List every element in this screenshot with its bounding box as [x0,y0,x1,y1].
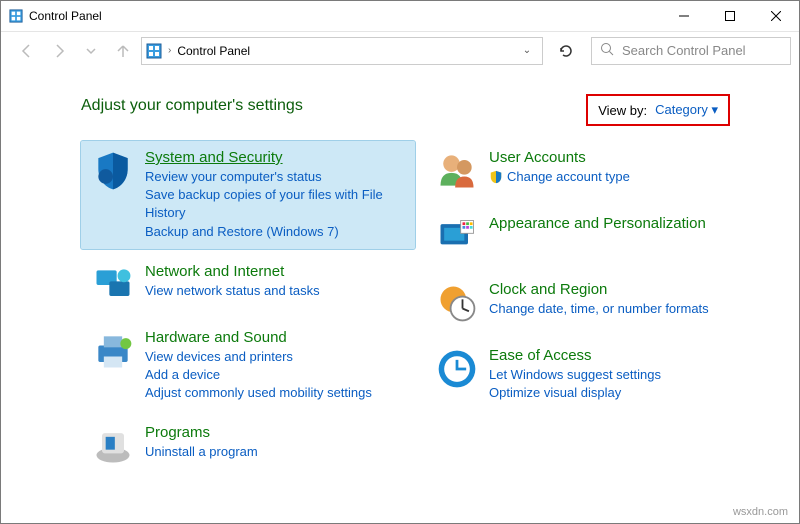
left-column: System and Security Review your computer… [81,141,415,482]
close-button[interactable] [753,1,799,31]
category-link[interactable]: Change account type [507,168,630,186]
category-link[interactable]: View network status and tasks [145,282,405,300]
category-clock-and-region[interactable]: Clock and Region Change date, time, or n… [425,273,759,333]
window: Control Panel › Control Panel ⌄ Search C… [0,0,800,524]
address-dropdown-button[interactable]: ⌄ [516,45,538,56]
control-panel-icon [146,43,162,59]
category-title[interactable]: Clock and Region [489,281,607,298]
programs-icon [91,424,135,468]
search-icon [600,42,614,59]
category-title[interactable]: Network and Internet [145,263,284,280]
up-button[interactable] [109,37,137,65]
category-link[interactable]: Uninstall a program [145,443,405,461]
shield-icon [489,170,503,184]
view-by-label: View by: [598,103,647,118]
address-box[interactable]: › Control Panel ⌄ [141,37,543,65]
category-system-and-security[interactable]: System and Security Review your computer… [81,141,415,249]
search-placeholder: Search Control Panel [622,43,746,58]
category-link[interactable]: Save backup copies of your files with Fi… [145,186,405,222]
control-panel-icon [9,9,23,23]
clock-icon [435,281,479,325]
category-link[interactable]: Backup and Restore (Windows 7) [145,223,405,241]
view-by-value: Category ▾ [655,102,718,118]
ease-of-access-icon [435,347,479,391]
category-title[interactable]: System and Security [145,149,283,166]
content-area: Adjust your computer's settings View by:… [1,69,799,523]
category-title[interactable]: Programs [145,424,210,441]
category-hardware-and-sound[interactable]: Hardware and Sound View devices and prin… [81,321,415,411]
chevron-down-icon: ▾ [711,102,718,117]
category-title[interactable]: User Accounts [489,149,586,166]
view-by-selector[interactable]: View by: Category ▾ [586,94,730,126]
right-column: User Accounts Change account type [425,141,759,482]
chevron-right-icon: › [168,45,171,56]
refresh-button[interactable] [551,37,581,65]
category-title[interactable]: Hardware and Sound [145,329,287,346]
address-bar: › Control Panel ⌄ Search Control Panel [1,31,799,69]
category-title[interactable]: Appearance and Personalization [489,215,706,232]
shield-icon [91,149,135,193]
category-link[interactable]: Add a device [145,366,405,384]
address-path: Control Panel [177,44,510,58]
forward-button[interactable] [45,37,73,65]
category-link[interactable]: Let Windows suggest settings [489,366,749,384]
category-title[interactable]: Ease of Access [489,347,592,364]
user-accounts-icon [435,149,479,193]
appearance-icon [435,215,479,259]
search-input[interactable]: Search Control Panel [591,37,791,65]
watermark: wsxdn.com [733,506,788,518]
category-link[interactable]: View devices and printers [145,348,405,366]
titlebar: Control Panel [1,1,799,31]
recent-locations-button[interactable] [77,37,105,65]
category-programs[interactable]: Programs Uninstall a program [81,416,415,476]
printer-icon [91,329,135,373]
category-network-and-internet[interactable]: Network and Internet View network status… [81,255,415,315]
category-link[interactable]: Adjust commonly used mobility settings [145,384,405,402]
minimize-button[interactable] [661,1,707,31]
category-link[interactable]: Optimize visual display [489,384,749,402]
category-link[interactable]: Review your computer's status [145,168,405,186]
category-user-accounts[interactable]: User Accounts Change account type [425,141,759,201]
maximize-button[interactable] [707,1,753,31]
category-link[interactable]: Change date, time, or number formats [489,300,749,318]
window-title: Control Panel [29,9,661,23]
category-ease-of-access[interactable]: Ease of Access Let Windows suggest setti… [425,339,759,410]
category-appearance-personalization[interactable]: Appearance and Personalization [425,207,759,267]
network-icon [91,263,135,307]
back-button[interactable] [13,37,41,65]
